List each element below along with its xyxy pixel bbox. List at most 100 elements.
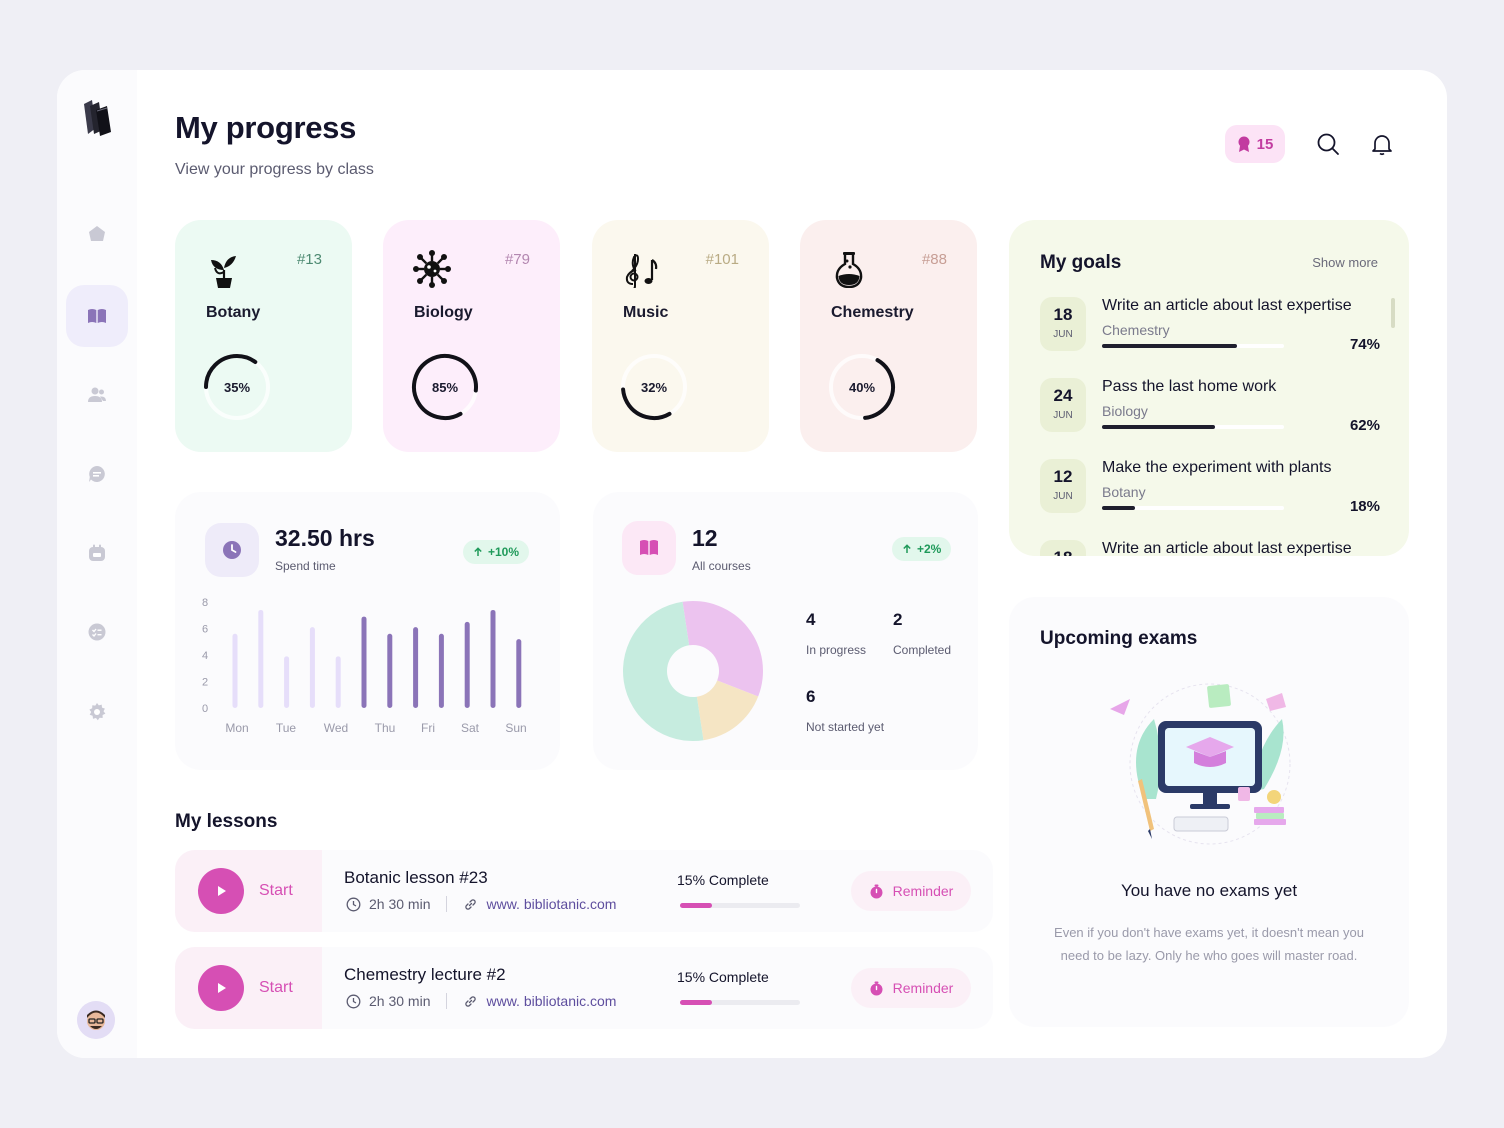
pie-slice-in-progress: [682, 601, 763, 697]
bar: [490, 609, 496, 708]
x-tick-label: Wed: [324, 721, 348, 735]
home-icon: [89, 226, 105, 241]
bar: [464, 621, 470, 708]
x-tick-label: Mon: [225, 721, 248, 735]
goal-item[interactable]: 18 Write an article about last expertise: [1040, 540, 1380, 556]
reminder-button[interactable]: Reminder: [851, 871, 971, 911]
spend-time-trend-badge: +10%: [463, 540, 530, 564]
courses-pie-chart: [623, 601, 763, 741]
bar: [438, 633, 444, 708]
lesson-duration: 2h 30 min: [369, 896, 431, 912]
nav-messages[interactable]: [66, 443, 128, 505]
arrow-up-icon: [474, 547, 482, 556]
x-tick-label: Fri: [421, 721, 435, 735]
courses-card: 12 All courses +2% 4 In progress 2 Compl…: [593, 492, 978, 770]
bell-icon[interactable]: [1370, 132, 1394, 156]
spend-time-value: 32.50 hrs: [275, 525, 375, 551]
nav-calendar[interactable]: [66, 522, 128, 584]
class-name: Chemestry: [831, 304, 914, 321]
lesson-row: Start Chemestry lecture #2 2h 30 min www. b…: [175, 947, 993, 1029]
start-label[interactable]: Start: [259, 979, 293, 997]
bar: [258, 609, 264, 708]
y-tick-label: 2: [202, 677, 208, 689]
bar: [335, 656, 341, 708]
lesson-progress-label: 15% Complete: [677, 872, 769, 888]
lesson-row: Start Botanic lesson #23 2h 30 min www. bib…: [175, 850, 993, 932]
lesson-duration: 2h 30 min: [369, 993, 431, 1009]
class-name: Botany: [206, 304, 261, 321]
nav-tasks[interactable]: [66, 601, 128, 663]
goal-title: Pass the last home work: [1102, 378, 1277, 395]
clock-icon: [346, 897, 361, 911]
bar: [516, 639, 522, 708]
flask-icon: [835, 252, 863, 288]
lesson-start-area[interactable]: Start: [175, 850, 322, 932]
page-subtitle: View your progress by class: [175, 161, 374, 178]
book-icon: [88, 309, 106, 323]
points-count: 15: [1256, 135, 1274, 153]
class-name: Music: [623, 304, 669, 321]
lesson-start-area[interactable]: Start: [175, 947, 322, 1029]
nav-classes[interactable]: [66, 285, 128, 347]
plant-icon: [211, 256, 236, 288]
clock-icon-box: [205, 523, 259, 577]
timer-icon: [870, 981, 883, 995]
bar: [232, 633, 238, 708]
nav-home[interactable]: [66, 203, 128, 265]
goal-date: 18 JUN: [1040, 297, 1086, 351]
class-number: #79: [504, 251, 530, 268]
sidebar: [57, 70, 137, 1058]
search-icon[interactable]: [1316, 132, 1340, 156]
class-number: #101: [705, 251, 739, 268]
reminder-button[interactable]: Reminder: [851, 968, 971, 1008]
points-badge-button[interactable]: 15: [1225, 125, 1285, 163]
medal-icon: [1238, 136, 1250, 152]
goal-title: Write an article about last expertise: [1102, 540, 1352, 556]
class-card-botany[interactable]: #13 Botany 35%: [175, 220, 352, 452]
goal-day: 24: [1053, 386, 1073, 405]
lesson-progress-fill: [680, 903, 713, 908]
lesson-link[interactable]: www. bibliotanic.com: [486, 896, 616, 912]
goal-title: Make the experiment with plants: [1102, 459, 1332, 476]
x-tick-label: Tue: [276, 721, 297, 735]
avatar[interactable]: [77, 1001, 115, 1039]
y-tick-label: 0: [202, 703, 208, 715]
lesson-progress-fill: [680, 1000, 713, 1005]
class-progress-label: 32%: [640, 379, 668, 395]
goal-progress-fill: [1102, 425, 1215, 429]
nav-users[interactable]: [66, 364, 128, 426]
bar: [284, 656, 290, 708]
goal-progress-track: [1102, 506, 1284, 510]
class-card-chemestry[interactable]: #88 Chemestry 40%: [800, 220, 977, 452]
calendar-icon: [89, 544, 105, 561]
clock-icon: [346, 994, 361, 1008]
goal-item[interactable]: 18 JUN Write an article about last experti…: [1040, 297, 1380, 367]
in-progress-count: 4: [806, 610, 816, 629]
show-more-link[interactable]: Show more: [1312, 255, 1378, 270]
class-progress-label: 85%: [431, 379, 459, 395]
lesson-meta: 2h 30 min www. bibliotanic.com: [346, 896, 616, 912]
play-button[interactable]: [198, 965, 244, 1011]
lesson-meta: 2h 30 min www. bibliotanic.com: [346, 993, 616, 1009]
nav-settings[interactable]: [66, 681, 128, 743]
start-label[interactable]: Start: [259, 882, 293, 900]
spend-time-bar-chart: 8 6 4 2 0 Mon Tue Wed Thu Fri Sat Sun: [202, 597, 527, 735]
exams-title: Upcoming exams: [1040, 628, 1198, 649]
books-logo-icon[interactable]: [81, 98, 113, 138]
class-card-biology[interactable]: #79 Biology 85%: [383, 220, 560, 452]
goal-percent: 18%: [1349, 498, 1380, 515]
bar: [387, 633, 393, 708]
chat-icon: [89, 466, 105, 482]
users-icon: [88, 387, 106, 402]
spend-time-trend: +10%: [488, 545, 520, 559]
class-card-music[interactable]: #101 Music 32%: [592, 220, 769, 452]
lesson-link[interactable]: www. bibliotanic.com: [486, 993, 616, 1009]
goal-item[interactable]: 12 JUN Make the experiment with plants Bota…: [1040, 459, 1380, 529]
goal-item[interactable]: 24 JUN Pass the last home work Biology 62%: [1040, 378, 1380, 448]
class-progress-label: 35%: [223, 379, 251, 395]
goal-percent: 74%: [1349, 336, 1380, 353]
play-button[interactable]: [198, 868, 244, 914]
goal-date: 24 JUN: [1040, 378, 1086, 432]
x-tick-label: Sat: [461, 721, 480, 735]
goals-scrollbar[interactable]: [1391, 298, 1395, 328]
